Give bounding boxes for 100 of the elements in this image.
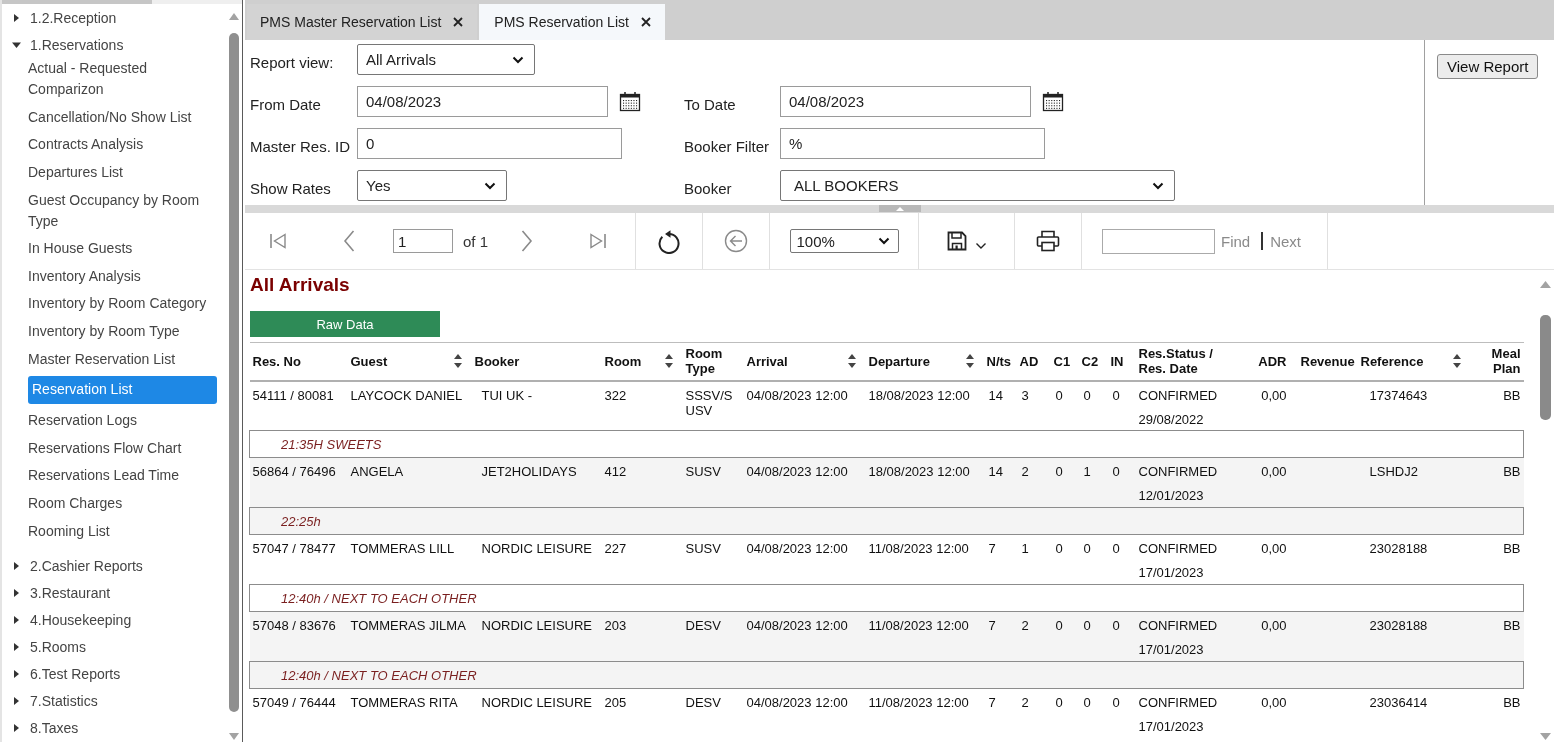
sort-icon[interactable] xyxy=(664,354,673,369)
table-cell: 1 xyxy=(1078,457,1108,508)
sort-icon[interactable] xyxy=(965,354,974,369)
column-header[interactable]: Arrival xyxy=(746,353,863,369)
table-cell: 0 xyxy=(1107,380,1136,431)
sidebar-item[interactable]: Reservation Logs xyxy=(28,406,217,435)
close-icon[interactable] xyxy=(453,17,464,27)
scrollbar-thumb[interactable] xyxy=(1540,315,1551,420)
table-cell: NORDIC LEISURE xyxy=(471,688,602,739)
table-cell: TOMMERAS RITA xyxy=(347,688,472,739)
column-header[interactable]: Guest xyxy=(350,353,469,369)
page-number-field[interactable]: 1 xyxy=(393,229,453,253)
column-header: Res. No xyxy=(252,353,302,369)
field-label: From Date xyxy=(250,96,322,115)
column-header: C1 xyxy=(1053,353,1072,369)
table-cell: 18/08/2023 12:00 xyxy=(865,457,984,508)
sidebar-item[interactable]: Room Charges xyxy=(28,489,217,518)
reservation-date: 17/01/2023 xyxy=(1138,719,1205,734)
table-cell: SUSV xyxy=(682,457,744,508)
sidebar-item[interactable]: Reservation List xyxy=(28,375,217,404)
sidebar-item[interactable]: Guest Occupancy by Room Type xyxy=(28,186,217,235)
tree-node[interactable]: 6.Test Reports xyxy=(2,660,226,688)
close-icon[interactable] xyxy=(640,17,651,27)
view-report-button[interactable]: View Report xyxy=(1437,54,1539,79)
scroll-down-icon[interactable] xyxy=(1540,733,1551,740)
table-cell: 7 xyxy=(983,534,1017,585)
sidebar-item[interactable]: Inventory Analysis xyxy=(28,262,217,291)
column-header[interactable]: Reference xyxy=(1360,353,1468,369)
sort-icon[interactable] xyxy=(1452,354,1461,369)
text-field[interactable]: 0 xyxy=(357,128,622,159)
dropdown[interactable]: ALL BOOKERS xyxy=(780,170,1175,201)
sidebar-item[interactable]: Departures List xyxy=(28,158,217,187)
sort-icon[interactable] xyxy=(847,354,856,369)
table-cell: NORDIC LEISURE xyxy=(471,611,602,662)
status-text: CONFIRMED xyxy=(1138,387,1219,403)
table-cell: 0 xyxy=(1107,688,1136,739)
tree-node[interactable]: 1.Reservations xyxy=(2,31,226,58)
tree-node[interactable]: 2.Cashier Reports xyxy=(2,552,226,580)
table-cell: LAYCOCK DANIEL xyxy=(347,380,472,431)
sidebar-item[interactable]: In House Guests xyxy=(28,234,217,263)
table-cell: TOMMERAS JILMA xyxy=(347,611,472,662)
sidebar-item[interactable]: Contracts Analysis xyxy=(28,131,217,159)
tree-node[interactable]: 1.2.Reception xyxy=(2,4,226,31)
collapse-handle[interactable] xyxy=(878,205,921,212)
raw-data-button[interactable]: Raw Data xyxy=(250,311,440,337)
dropdown[interactable]: All Arrivals xyxy=(357,44,535,75)
scroll-up-icon[interactable] xyxy=(1540,281,1551,288)
chevron-down-icon xyxy=(512,55,524,64)
text-field[interactable]: % xyxy=(780,128,1045,159)
table-cell: BB xyxy=(1470,380,1524,431)
table-cell: 17374643 xyxy=(1357,380,1471,431)
scrollbar-thumb[interactable] xyxy=(229,33,239,712)
dropdown[interactable]: Yes xyxy=(357,170,507,201)
tree-node[interactable]: 3.Restaurant xyxy=(2,579,226,607)
sidebar-item[interactable]: Rooming List xyxy=(28,517,217,545)
tree-node[interactable]: 8.Taxes xyxy=(2,714,226,742)
tree-node[interactable]: 7.Statistics xyxy=(2,687,226,715)
scrollbar-thumb[interactable] xyxy=(2,0,152,4)
printer-icon[interactable] xyxy=(1036,230,1060,252)
chevron-down-icon[interactable] xyxy=(974,242,987,250)
tab[interactable]: PMS Master Reservation List xyxy=(247,4,478,40)
tree-node[interactable]: 5.Rooms xyxy=(2,633,226,661)
scroll-up-icon[interactable] xyxy=(229,13,239,20)
column-header: N/ts xyxy=(986,353,1013,369)
table-cell: 0 xyxy=(1107,534,1136,585)
sidebar-item[interactable]: Reservations Lead Time xyxy=(28,462,217,490)
refresh-icon[interactable] xyxy=(657,228,681,254)
calendar-icon[interactable] xyxy=(1042,91,1064,112)
status-text: CONFIRMED xyxy=(1138,695,1219,710)
status-text: CONFIRMED xyxy=(1138,618,1219,633)
table-cell: 0,00 xyxy=(1252,688,1298,739)
table-cell: 0 xyxy=(1078,534,1108,585)
reservation-note: 21:35H SWEETS xyxy=(249,430,1524,458)
tab[interactable]: PMS Reservation List xyxy=(479,4,665,40)
sidebar-item[interactable]: Inventory by Room Type xyxy=(28,317,217,346)
scroll-down-icon[interactable] xyxy=(229,733,239,740)
table-cell: 0 xyxy=(1050,688,1079,739)
table-cell: 54111 / 80081 xyxy=(249,380,348,431)
column-header: Res.Status / Res. Date xyxy=(1138,346,1214,377)
table-cell: LSHDJ2 xyxy=(1357,457,1471,508)
date-field[interactable]: 04/08/2023 xyxy=(357,86,608,117)
sidebar-item[interactable]: Actual - Requested Comparizon xyxy=(28,55,217,104)
sidebar-item[interactable]: Reservations Flow Chart xyxy=(28,434,217,463)
column-header[interactable]: Room xyxy=(604,353,680,369)
column-header: Room Type xyxy=(685,346,724,377)
table-cell: 0 xyxy=(1078,380,1108,431)
find-field[interactable] xyxy=(1102,228,1215,254)
table-cell: 18/08/2023 12:00 xyxy=(865,380,984,431)
chevron-down-icon xyxy=(1152,181,1164,190)
sort-icon[interactable] xyxy=(453,354,462,369)
date-field[interactable]: 04/08/2023 xyxy=(780,86,1031,117)
sidebar-item[interactable]: Master Reservation List xyxy=(28,345,217,373)
table-cell: 0 xyxy=(1107,457,1136,508)
sidebar-item[interactable]: Inventory by Room Category xyxy=(28,290,217,318)
calendar-icon[interactable] xyxy=(619,91,641,112)
reservation-date: 17/01/2023 xyxy=(1138,565,1205,580)
zoom-dropdown[interactable]: 100% xyxy=(789,229,899,253)
sidebar-item[interactable]: Cancellation/No Show List xyxy=(28,103,217,132)
tree-node[interactable]: 4.Housekeeping xyxy=(2,606,226,634)
column-header[interactable]: Departure xyxy=(868,353,981,369)
